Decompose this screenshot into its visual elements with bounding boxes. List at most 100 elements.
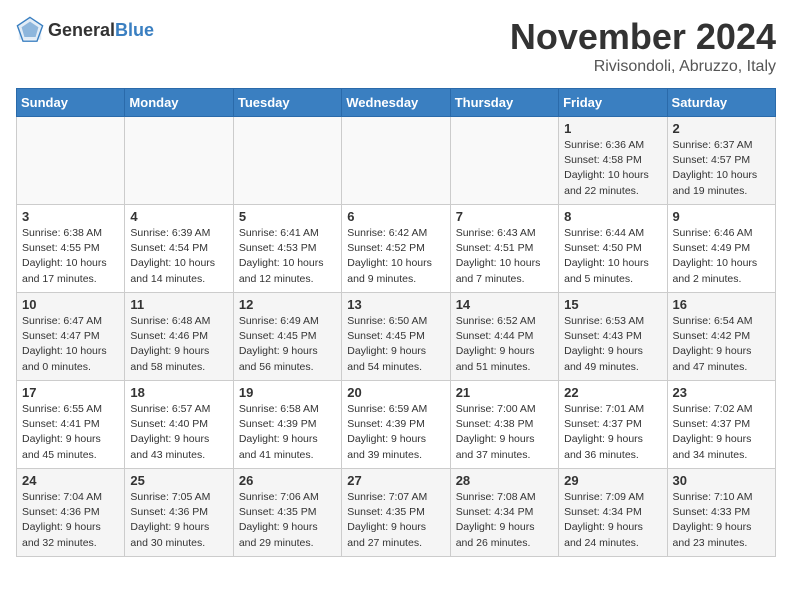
location-title: Rivisondoli, Abruzzo, Italy [510, 58, 776, 76]
calendar-cell: 8 Sunrise: 6:44 AM Sunset: 4:50 PM Daylig… [559, 205, 667, 293]
logo-blue: Blue [115, 20, 154, 40]
calendar-cell: 20 Sunrise: 6:59 AM Sunset: 4:39 PM Dayli… [342, 381, 450, 469]
day-number: 15 [564, 297, 661, 312]
day-info: Sunrise: 6:37 AM Sunset: 4:57 PM Dayligh… [673, 138, 770, 199]
day-number: 26 [239, 473, 336, 488]
day-info: Sunrise: 7:09 AM Sunset: 4:34 PM Dayligh… [564, 490, 661, 551]
day-info: Sunrise: 7:05 AM Sunset: 4:36 PM Dayligh… [130, 490, 227, 551]
calendar-cell: 12 Sunrise: 6:49 AM Sunset: 4:45 PM Dayli… [233, 293, 341, 381]
calendar-cell: 17 Sunrise: 6:55 AM Sunset: 4:41 PM Dayli… [17, 381, 125, 469]
day-number: 29 [564, 473, 661, 488]
day-number: 19 [239, 385, 336, 400]
weekday-header-sunday: Sunday [17, 89, 125, 117]
calendar-cell [342, 117, 450, 205]
calendar-cell [125, 117, 233, 205]
page-header: GeneralBlue November 2024 Rivisondoli, A… [16, 16, 776, 76]
calendar-cell [450, 117, 558, 205]
day-info: Sunrise: 6:36 AM Sunset: 4:58 PM Dayligh… [564, 138, 661, 199]
weekday-header-friday: Friday [559, 89, 667, 117]
calendar-cell: 1 Sunrise: 6:36 AM Sunset: 4:58 PM Daylig… [559, 117, 667, 205]
day-info: Sunrise: 7:02 AM Sunset: 4:37 PM Dayligh… [673, 402, 770, 463]
day-number: 25 [130, 473, 227, 488]
day-info: Sunrise: 6:46 AM Sunset: 4:49 PM Dayligh… [673, 226, 770, 287]
calendar-week-3: 10Sunrise: 6:47 AM Sunset: 4:47 PM Dayli… [17, 293, 776, 381]
weekday-header-monday: Monday [125, 89, 233, 117]
day-number: 9 [673, 209, 770, 224]
weekday-header-thursday: Thursday [450, 89, 558, 117]
day-info: Sunrise: 6:50 AM Sunset: 4:45 PM Dayligh… [347, 314, 444, 375]
day-info: Sunrise: 6:52 AM Sunset: 4:44 PM Dayligh… [456, 314, 553, 375]
calendar-cell: 19 Sunrise: 6:58 AM Sunset: 4:39 PM Dayli… [233, 381, 341, 469]
month-title: November 2024 [510, 16, 776, 58]
calendar-cell: 21Sunrise: 7:00 AM Sunset: 4:38 PM Dayli… [450, 381, 558, 469]
day-number: 4 [130, 209, 227, 224]
day-info: Sunrise: 7:08 AM Sunset: 4:34 PM Dayligh… [456, 490, 553, 551]
title-block: November 2024 Rivisondoli, Abruzzo, Ital… [510, 16, 776, 76]
day-info: Sunrise: 6:43 AM Sunset: 4:51 PM Dayligh… [456, 226, 553, 287]
day-number: 22 [564, 385, 661, 400]
day-number: 3 [22, 209, 119, 224]
weekday-header-row: SundayMondayTuesdayWednesdayThursdayFrid… [17, 89, 776, 117]
calendar-cell: 22Sunrise: 7:01 AM Sunset: 4:37 PM Dayli… [559, 381, 667, 469]
logo: GeneralBlue [16, 16, 154, 44]
day-info: Sunrise: 6:42 AM Sunset: 4:52 PM Dayligh… [347, 226, 444, 287]
day-number: 21 [456, 385, 553, 400]
day-number: 2 [673, 121, 770, 136]
day-info: Sunrise: 6:49 AM Sunset: 4:45 PM Dayligh… [239, 314, 336, 375]
calendar-cell [233, 117, 341, 205]
calendar-cell: 28Sunrise: 7:08 AM Sunset: 4:34 PM Dayli… [450, 469, 558, 557]
calendar-week-5: 24Sunrise: 7:04 AM Sunset: 4:36 PM Dayli… [17, 469, 776, 557]
day-number: 10 [22, 297, 119, 312]
day-number: 1 [564, 121, 661, 136]
day-number: 11 [130, 297, 227, 312]
calendar-cell: 4 Sunrise: 6:39 AM Sunset: 4:54 PM Daylig… [125, 205, 233, 293]
calendar-table: SundayMondayTuesdayWednesdayThursdayFrid… [16, 88, 776, 557]
day-info: Sunrise: 7:10 AM Sunset: 4:33 PM Dayligh… [673, 490, 770, 551]
calendar-cell: 9 Sunrise: 6:46 AM Sunset: 4:49 PM Daylig… [667, 205, 775, 293]
weekday-header-saturday: Saturday [667, 89, 775, 117]
day-number: 30 [673, 473, 770, 488]
calendar-cell: 26 Sunrise: 7:06 AM Sunset: 4:35 PM Dayli… [233, 469, 341, 557]
day-number: 5 [239, 209, 336, 224]
calendar-cell: 16 Sunrise: 6:54 AM Sunset: 4:42 PM Dayli… [667, 293, 775, 381]
calendar-cell: 3 Sunrise: 6:38 AM Sunset: 4:55 PM Daylig… [17, 205, 125, 293]
day-info: Sunrise: 6:39 AM Sunset: 4:54 PM Dayligh… [130, 226, 227, 287]
calendar-cell: 23Sunrise: 7:02 AM Sunset: 4:37 PM Dayli… [667, 381, 775, 469]
day-number: 20 [347, 385, 444, 400]
day-number: 14 [456, 297, 553, 312]
day-number: 8 [564, 209, 661, 224]
day-number: 18 [130, 385, 227, 400]
calendar-cell: 6 Sunrise: 6:42 AM Sunset: 4:52 PM Daylig… [342, 205, 450, 293]
calendar-cell: 18Sunrise: 6:57 AM Sunset: 4:40 PM Dayli… [125, 381, 233, 469]
day-info: Sunrise: 6:54 AM Sunset: 4:42 PM Dayligh… [673, 314, 770, 375]
calendar-cell: 13 Sunrise: 6:50 AM Sunset: 4:45 PM Dayli… [342, 293, 450, 381]
day-number: 12 [239, 297, 336, 312]
day-info: Sunrise: 6:53 AM Sunset: 4:43 PM Dayligh… [564, 314, 661, 375]
weekday-header-wednesday: Wednesday [342, 89, 450, 117]
calendar-cell: 2 Sunrise: 6:37 AM Sunset: 4:57 PM Daylig… [667, 117, 775, 205]
day-info: Sunrise: 6:59 AM Sunset: 4:39 PM Dayligh… [347, 402, 444, 463]
calendar-week-2: 3 Sunrise: 6:38 AM Sunset: 4:55 PM Daylig… [17, 205, 776, 293]
day-number: 7 [456, 209, 553, 224]
day-number: 13 [347, 297, 444, 312]
calendar-cell: 14 Sunrise: 6:52 AM Sunset: 4:44 PM Dayli… [450, 293, 558, 381]
logo-text: GeneralBlue [48, 20, 154, 41]
day-number: 17 [22, 385, 119, 400]
day-number: 16 [673, 297, 770, 312]
day-info: Sunrise: 7:04 AM Sunset: 4:36 PM Dayligh… [22, 490, 119, 551]
day-info: Sunrise: 6:44 AM Sunset: 4:50 PM Dayligh… [564, 226, 661, 287]
day-number: 6 [347, 209, 444, 224]
day-info: Sunrise: 6:55 AM Sunset: 4:41 PM Dayligh… [22, 402, 119, 463]
calendar-cell: 5Sunrise: 6:41 AM Sunset: 4:53 PM Daylig… [233, 205, 341, 293]
calendar-cell: 11 Sunrise: 6:48 AM Sunset: 4:46 PM Dayli… [125, 293, 233, 381]
calendar-cell: 29 Sunrise: 7:09 AM Sunset: 4:34 PM Dayli… [559, 469, 667, 557]
day-info: Sunrise: 6:58 AM Sunset: 4:39 PM Dayligh… [239, 402, 336, 463]
day-number: 27 [347, 473, 444, 488]
day-info: Sunrise: 6:38 AM Sunset: 4:55 PM Dayligh… [22, 226, 119, 287]
day-info: Sunrise: 7:06 AM Sunset: 4:35 PM Dayligh… [239, 490, 336, 551]
calendar-cell: 10Sunrise: 6:47 AM Sunset: 4:47 PM Dayli… [17, 293, 125, 381]
calendar-week-1: 1 Sunrise: 6:36 AM Sunset: 4:58 PM Daylig… [17, 117, 776, 205]
calendar-cell: 30 Sunrise: 7:10 AM Sunset: 4:33 PM Dayli… [667, 469, 775, 557]
day-info: Sunrise: 6:48 AM Sunset: 4:46 PM Dayligh… [130, 314, 227, 375]
calendar-cell [17, 117, 125, 205]
